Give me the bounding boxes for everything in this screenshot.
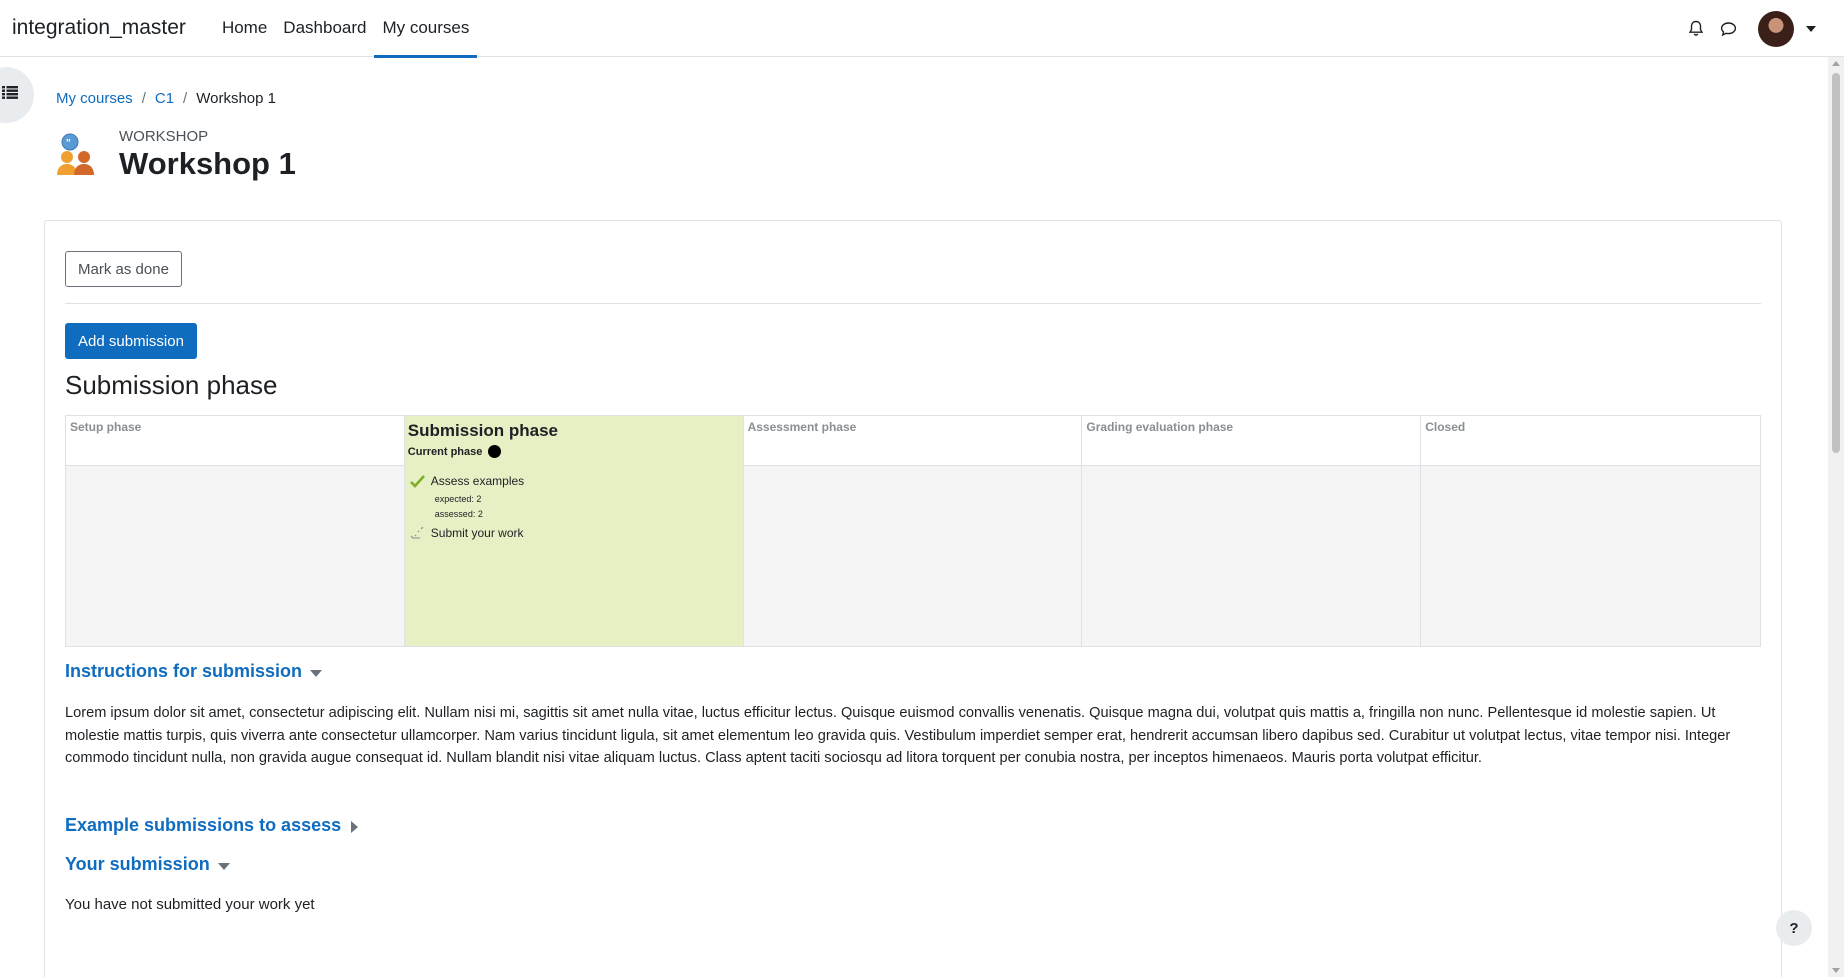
help-button[interactable]: ? [1776,910,1812,946]
notifications-bell-icon[interactable] [1680,13,1712,45]
workshop-main-card: Mark as done Add submission Submission p… [44,220,1782,977]
submission-status-text: You have not submitted your work yet [65,896,315,913]
phase-header: Setup phase [66,416,404,466]
add-submission-button[interactable]: Add submission [65,323,197,359]
phase-header: Grading evaluation phase [1082,416,1421,466]
workshop-activity-icon: " [54,133,98,177]
scroll-down-arrow-icon[interactable] [1832,968,1840,973]
mark-as-done-button[interactable]: Mark as done [65,251,182,287]
task-detail: expected: 2 [434,494,482,504]
phase-setup: Setup phase [66,416,405,646]
phase-planner: Setup phase Submission phase Current pha… [65,415,1761,647]
section-title: Instructions for submission [65,661,303,681]
user-avatar[interactable] [1758,10,1794,47]
breadcrumb-separator: / [141,90,146,107]
breadcrumb: My courses / C1 / Workshop 1 [56,90,276,107]
nav-home[interactable]: Home [214,0,275,57]
svg-text:": " [66,138,71,149]
chevron-down-icon [217,862,230,870]
task-assess-examples: Assess examples [409,474,525,488]
phase-submission: Submission phase Current phase Assess ex… [404,416,744,646]
phase-header: Closed [1421,416,1760,466]
your-submission-section-toggle[interactable]: Your submission [65,854,230,875]
examples-section-toggle[interactable]: Example submissions to assess [65,815,359,836]
list-icon [2,86,18,104]
checkmark-icon [409,474,426,488]
course-index-toggle[interactable] [0,67,34,123]
current-phase-dot-icon [488,445,502,458]
breadcrumb-current: Workshop 1 [196,90,276,107]
site-brand[interactable]: integration_master [12,16,186,40]
activity-type-label: WORKSHOP [119,128,209,145]
current-phase-indicator: Current phase [408,445,740,458]
chevron-down-icon [310,669,323,677]
phase-name: Assessment phase [747,420,857,434]
current-phase-heading: Submission phase [65,370,278,400]
phase-name: Closed [1425,420,1466,434]
current-phase-label: Current phase [407,445,483,458]
phase-header: Submission phase Current phase [404,416,743,466]
section-title: Example submissions to assess [65,815,342,835]
phase-closed: Closed [1421,416,1760,646]
phase-grading-evaluation: Grading evaluation phase [1082,416,1422,646]
scrollbar-thumb[interactable] [1832,73,1840,453]
task-label: Assess examples [430,474,525,488]
task-detail: assessed: 2 [434,509,483,519]
nav-my-courses[interactable]: My courses [374,0,478,58]
phase-name: Grading evaluation phase [1086,420,1234,434]
phase-header: Assessment phase [743,416,1082,466]
instructions-text: Lorem ipsum dolor sit amet, consectetur … [65,705,1731,766]
nav-dashboard[interactable]: Dashboard [275,0,374,57]
user-controls [1680,0,1844,57]
user-menu-chevron-down-icon[interactable] [1806,25,1816,32]
task-submit-work: Submit your work [410,526,524,540]
phase-name: Submission phase [407,421,558,440]
todo-check-icon [410,526,426,540]
messages-chat-icon[interactable] [1712,13,1744,45]
top-navbar: integration_master Home Dashboard My cou… [0,0,1844,58]
breadcrumb-c1[interactable]: C1 [155,90,174,107]
phase-name: Setup phase [70,420,142,434]
breadcrumb-separator: / [183,90,188,107]
scroll-up-arrow-icon[interactable] [1832,61,1840,66]
section-title: Your submission [65,854,210,874]
page-title: Workshop 1 [119,146,296,181]
primary-nav: Home Dashboard My courses [214,0,478,58]
breadcrumb-my-courses[interactable]: My courses [56,90,133,107]
page-scrollbar[interactable] [1828,57,1844,977]
instructions-section-toggle[interactable]: Instructions for submission [65,661,323,682]
phase-assessment: Assessment phase [743,416,1083,646]
divider [65,303,1761,304]
chevron-right-icon [351,820,359,833]
task-label: Submit your work [430,526,524,540]
